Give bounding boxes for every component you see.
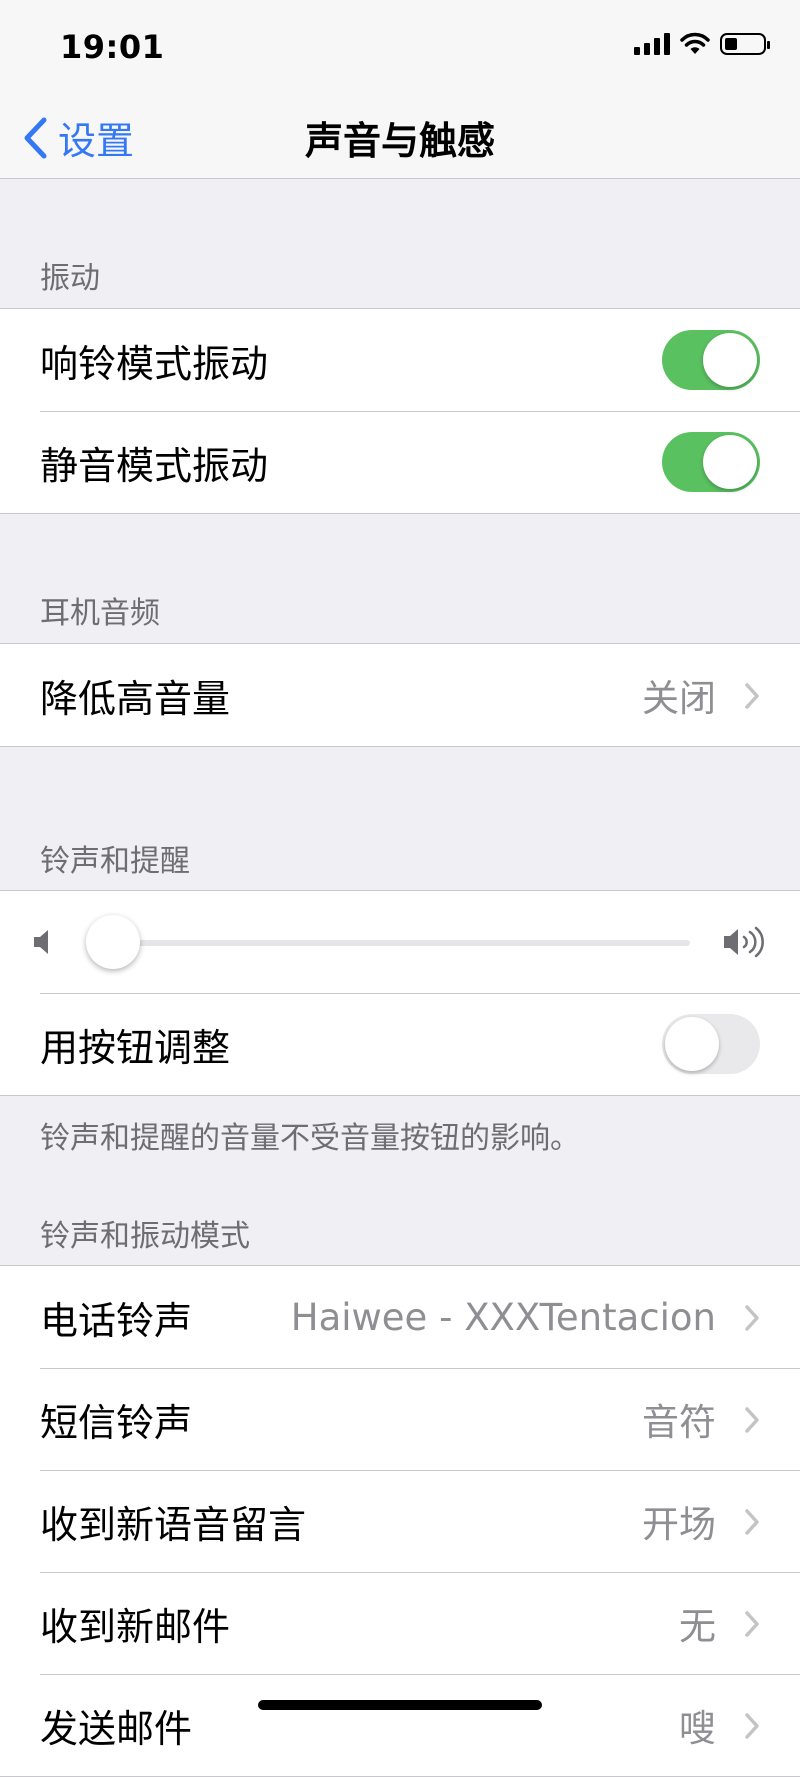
row-value: 开场 (642, 1503, 716, 1546)
section-header-headphone: 耳机音频 (40, 596, 160, 631)
row-label: 短信铃声 (40, 1400, 193, 1445)
row-label: 收到新语音留言 (40, 1502, 307, 1547)
chevron-right-icon (745, 1407, 759, 1433)
chevron-right-icon (745, 1305, 759, 1331)
new-voicemail-row[interactable]: 收到新语音留言 开场 (0, 1470, 800, 1572)
speaker-low-icon (34, 930, 48, 954)
row-value: 嗖 (679, 1707, 716, 1750)
list-item: 静音模式振动 (0, 411, 800, 513)
wifi-icon (680, 32, 710, 54)
row-value: 关闭 (642, 677, 716, 720)
ringer-volume-track[interactable] (112, 940, 690, 946)
section-header-patterns: 铃声和振动模式 (40, 1219, 250, 1254)
new-mail-row[interactable]: 收到新邮件 无 (0, 1572, 800, 1674)
row-value: 无 (679, 1605, 716, 1648)
page-title: 声音与触感 (304, 119, 495, 163)
status-bar: 19:01 (0, 0, 800, 96)
ringtone-row[interactable]: 电话铃声 Haiwee - XXXTentacion (0, 1266, 800, 1368)
home-indicator (258, 1700, 542, 1710)
status-icons (634, 32, 770, 56)
list-item: 响铃模式振动 (0, 309, 800, 411)
ringer-volume-slider[interactable] (86, 915, 140, 969)
chevron-right-icon (745, 1509, 759, 1535)
row-label: 响铃模式振动 (40, 341, 269, 386)
row-label: 用按钮调整 (40, 1025, 231, 1070)
row-label: 发送邮件 (40, 1706, 193, 1751)
row-label: 静音模式振动 (40, 443, 269, 488)
row-label: 降低高音量 (40, 676, 231, 721)
ringer-volume-row (0, 891, 800, 993)
vibration-group: 响铃模式振动 静音模式振动 (0, 308, 800, 514)
cellular-signal-icon (634, 33, 670, 55)
silent-vibrate-toggle[interactable] (662, 432, 760, 492)
reduce-loud-audio-row[interactable]: 降低高音量 关闭 (0, 644, 800, 746)
sent-mail-row[interactable]: 发送邮件 嗖 (0, 1674, 800, 1776)
row-value: 音符 (642, 1401, 716, 1444)
status-time: 19:01 (60, 28, 165, 66)
speaker-high-icon (724, 926, 764, 958)
ring-vibrate-toggle[interactable] (662, 330, 760, 390)
text-tone-row[interactable]: 短信铃声 音符 (0, 1368, 800, 1470)
list-item: 用按钮调整 (0, 993, 800, 1095)
chevron-right-icon (745, 1611, 759, 1637)
battery-icon (720, 33, 770, 55)
navigation-bar: 设置 声音与触感 (0, 96, 800, 179)
chevron-right-icon (745, 683, 759, 709)
ringer-footer-note: 铃声和提醒的音量不受音量按钮的影响。 (40, 1121, 580, 1156)
chevron-right-icon (745, 1713, 759, 1739)
row-value: Haiwee - XXXTentacion (290, 1295, 716, 1339)
section-header-vibration: 振动 (40, 261, 100, 296)
section-header-ringer: 铃声和提醒 (40, 844, 190, 879)
headphone-group: 降低高音量 关闭 (0, 643, 800, 747)
row-label: 收到新邮件 (40, 1604, 231, 1649)
row-label: 电话铃声 (40, 1298, 193, 1343)
change-with-buttons-toggle[interactable] (662, 1014, 760, 1074)
ringer-group: 用按钮调整 (0, 890, 800, 1096)
